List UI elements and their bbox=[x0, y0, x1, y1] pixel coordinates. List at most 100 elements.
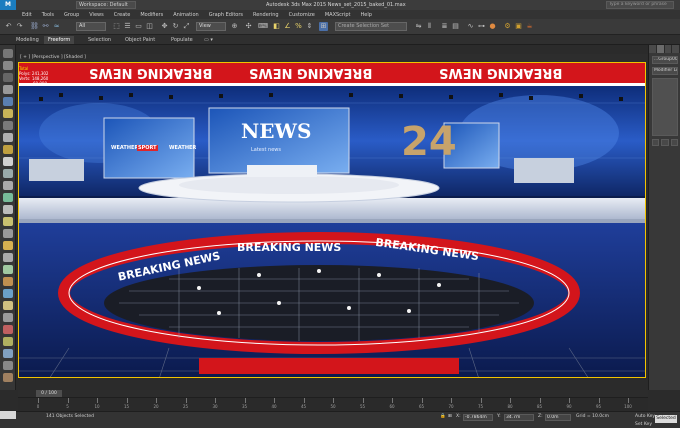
tool-icon-27[interactable] bbox=[3, 361, 13, 370]
angle-snap-icon[interactable]: ∠ bbox=[283, 22, 292, 31]
pin-stack-button[interactable] bbox=[652, 139, 660, 146]
modifier-stack[interactable] bbox=[652, 78, 678, 136]
graphite-ribbon-icon[interactable]: ▤ bbox=[451, 22, 460, 31]
layer-manager-icon[interactable]: ≣ bbox=[440, 22, 449, 31]
modifier-list-dropdown[interactable]: Modifier List bbox=[652, 67, 678, 75]
unlink-icon[interactable]: ⚯ bbox=[41, 22, 50, 31]
menu-modifiers[interactable]: Modifiers bbox=[140, 12, 163, 18]
tab-freeform[interactable]: Freeform bbox=[44, 36, 75, 44]
menu-maxscript[interactable]: MAXScript bbox=[325, 12, 351, 18]
lock-selection-icon[interactable]: 🔒 bbox=[440, 414, 446, 419]
key-filter-dropdown[interactable]: Selected bbox=[655, 415, 677, 423]
redo-icon[interactable]: ↷ bbox=[15, 22, 24, 31]
tab-populate[interactable]: Populate bbox=[167, 36, 197, 44]
motion-tab-icon[interactable] bbox=[672, 45, 680, 53]
tool-icon-22[interactable] bbox=[3, 301, 13, 310]
menu-create[interactable]: Create bbox=[114, 12, 131, 18]
rotate-icon[interactable]: ↻ bbox=[171, 22, 180, 31]
curve-editor-icon[interactable]: ∿ bbox=[466, 22, 475, 31]
tool-icon-7[interactable] bbox=[3, 121, 13, 130]
material-editor-icon[interactable]: ● bbox=[488, 22, 497, 31]
move-icon[interactable]: ✥ bbox=[160, 22, 169, 31]
tool-icon-20[interactable] bbox=[3, 277, 13, 286]
make-unique-button[interactable] bbox=[670, 139, 678, 146]
tab-selection[interactable]: Selection bbox=[84, 36, 115, 44]
tool-icon-13[interactable] bbox=[3, 193, 13, 202]
named-selection-dropdown[interactable]: Create Selection Set bbox=[335, 22, 407, 31]
x-coordinate-field[interactable]: -0.7864m bbox=[463, 414, 493, 421]
selection-filter-dropdown[interactable]: All bbox=[76, 22, 106, 31]
menu-group[interactable]: Group bbox=[64, 12, 79, 18]
menu-help[interactable]: Help bbox=[361, 12, 372, 18]
mirror-icon[interactable]: ⇋ bbox=[414, 22, 423, 31]
modify-tab-icon[interactable] bbox=[656, 45, 665, 53]
perspective-viewport[interactable]: BREAKING NEWS BREAKING NEWS BREAKING NEW… bbox=[18, 62, 646, 378]
percent-snap-icon[interactable]: % bbox=[294, 22, 303, 31]
create-tab-icon[interactable] bbox=[649, 45, 657, 53]
tool-icon-1[interactable] bbox=[3, 49, 13, 58]
tool-icon-11[interactable] bbox=[3, 169, 13, 178]
tool-icon-12[interactable] bbox=[3, 181, 13, 190]
rectangular-selection-icon[interactable]: ▭ bbox=[134, 22, 143, 31]
menu-rendering[interactable]: Rendering bbox=[253, 12, 279, 18]
scale-icon[interactable]: ⤢ bbox=[182, 22, 191, 31]
tool-icon-28[interactable] bbox=[3, 373, 13, 382]
snap-toggle-icon[interactable]: ◧ bbox=[272, 22, 281, 31]
window-crossing-icon[interactable]: ◫ bbox=[145, 22, 154, 31]
reference-coordinate-dropdown[interactable]: View bbox=[196, 22, 226, 31]
tool-icon-18[interactable] bbox=[3, 253, 13, 262]
align-icon[interactable]: ⫴ bbox=[425, 22, 434, 31]
ribbon-options-icon[interactable]: ▭ ▾ bbox=[200, 36, 217, 44]
undo-icon[interactable]: ↶ bbox=[4, 22, 13, 31]
tool-icon-5[interactable] bbox=[3, 97, 13, 106]
search-input[interactable]: Type a keyword or phrase bbox=[606, 1, 674, 9]
tool-icon-8[interactable] bbox=[3, 133, 13, 142]
tab-object-paint[interactable]: Object Paint bbox=[121, 36, 159, 44]
select-object-icon[interactable]: ⬚ bbox=[112, 22, 121, 31]
menu-edit[interactable]: Edit bbox=[22, 12, 32, 18]
tool-icon-19[interactable] bbox=[3, 265, 13, 274]
tab-modeling[interactable]: Modeling bbox=[12, 36, 43, 44]
tool-icon-17[interactable] bbox=[3, 241, 13, 250]
tool-icon-6[interactable] bbox=[3, 109, 13, 118]
maxscript-listener[interactable] bbox=[0, 411, 16, 419]
time-slider-thumb[interactable]: 0 / 100 bbox=[36, 390, 62, 397]
y-coordinate-field[interactable]: 34.7m bbox=[504, 414, 534, 421]
auto-key-button[interactable]: Auto Key bbox=[635, 414, 655, 419]
viewport-label[interactable]: [ + ] [Perspective ] [Shaded ] bbox=[18, 54, 648, 62]
app-logo-icon[interactable]: M bbox=[0, 0, 16, 10]
z-coordinate-field[interactable]: 0.0m bbox=[545, 414, 571, 421]
link-icon[interactable]: ⛓ bbox=[30, 22, 39, 31]
time-slider[interactable]: 0 / 100 bbox=[18, 390, 648, 397]
schematic-view-icon[interactable]: ⊶ bbox=[477, 22, 486, 31]
select-by-name-icon[interactable]: ☰ bbox=[123, 22, 132, 31]
tool-icon-26[interactable] bbox=[3, 349, 13, 358]
tool-icon-9[interactable] bbox=[3, 145, 13, 154]
track-bar[interactable]: 0 5 10 15 20 25 30 35 40 45 50 55 60 65 70 75 80 85 90 95 10… bbox=[18, 397, 648, 411]
tool-icon-24[interactable] bbox=[3, 325, 13, 334]
menu-graph-editors[interactable]: Graph Editors bbox=[209, 12, 243, 18]
spinner-snap-icon[interactable]: ⇕ bbox=[305, 22, 314, 31]
set-key-button[interactable]: Set Key bbox=[635, 422, 652, 427]
rendered-frame-window-icon[interactable]: ▣ bbox=[514, 22, 523, 31]
select-manipulate-icon[interactable]: ✣ bbox=[244, 22, 253, 31]
object-name-field[interactable]: ...Group001 bbox=[652, 56, 678, 64]
keyboard-shortcut-override-icon[interactable]: ⌨ bbox=[258, 22, 268, 31]
workspace-dropdown[interactable]: Workspace: Default bbox=[76, 1, 136, 9]
menu-views[interactable]: Views bbox=[89, 12, 103, 18]
menu-tools[interactable]: Tools bbox=[42, 12, 54, 18]
tool-icon-25[interactable] bbox=[3, 337, 13, 346]
render-production-icon[interactable]: ☕ bbox=[525, 22, 534, 31]
hierarchy-tab-icon[interactable] bbox=[664, 45, 673, 53]
pivot-center-icon[interactable]: ⊕ bbox=[230, 22, 239, 31]
tool-icon-15[interactable] bbox=[3, 217, 13, 226]
tool-icon-4[interactable] bbox=[3, 85, 13, 94]
menu-customize[interactable]: Customize bbox=[289, 12, 315, 18]
tool-icon-2[interactable] bbox=[3, 61, 13, 70]
tool-icon-14[interactable] bbox=[3, 205, 13, 214]
edit-named-selection-icon[interactable]: ⊞ bbox=[319, 22, 328, 31]
show-end-result-button[interactable] bbox=[661, 139, 669, 146]
menu-animation[interactable]: Animation bbox=[173, 12, 199, 18]
tool-icon-21[interactable] bbox=[3, 289, 13, 298]
render-setup-icon[interactable]: ⚙ bbox=[503, 22, 512, 31]
